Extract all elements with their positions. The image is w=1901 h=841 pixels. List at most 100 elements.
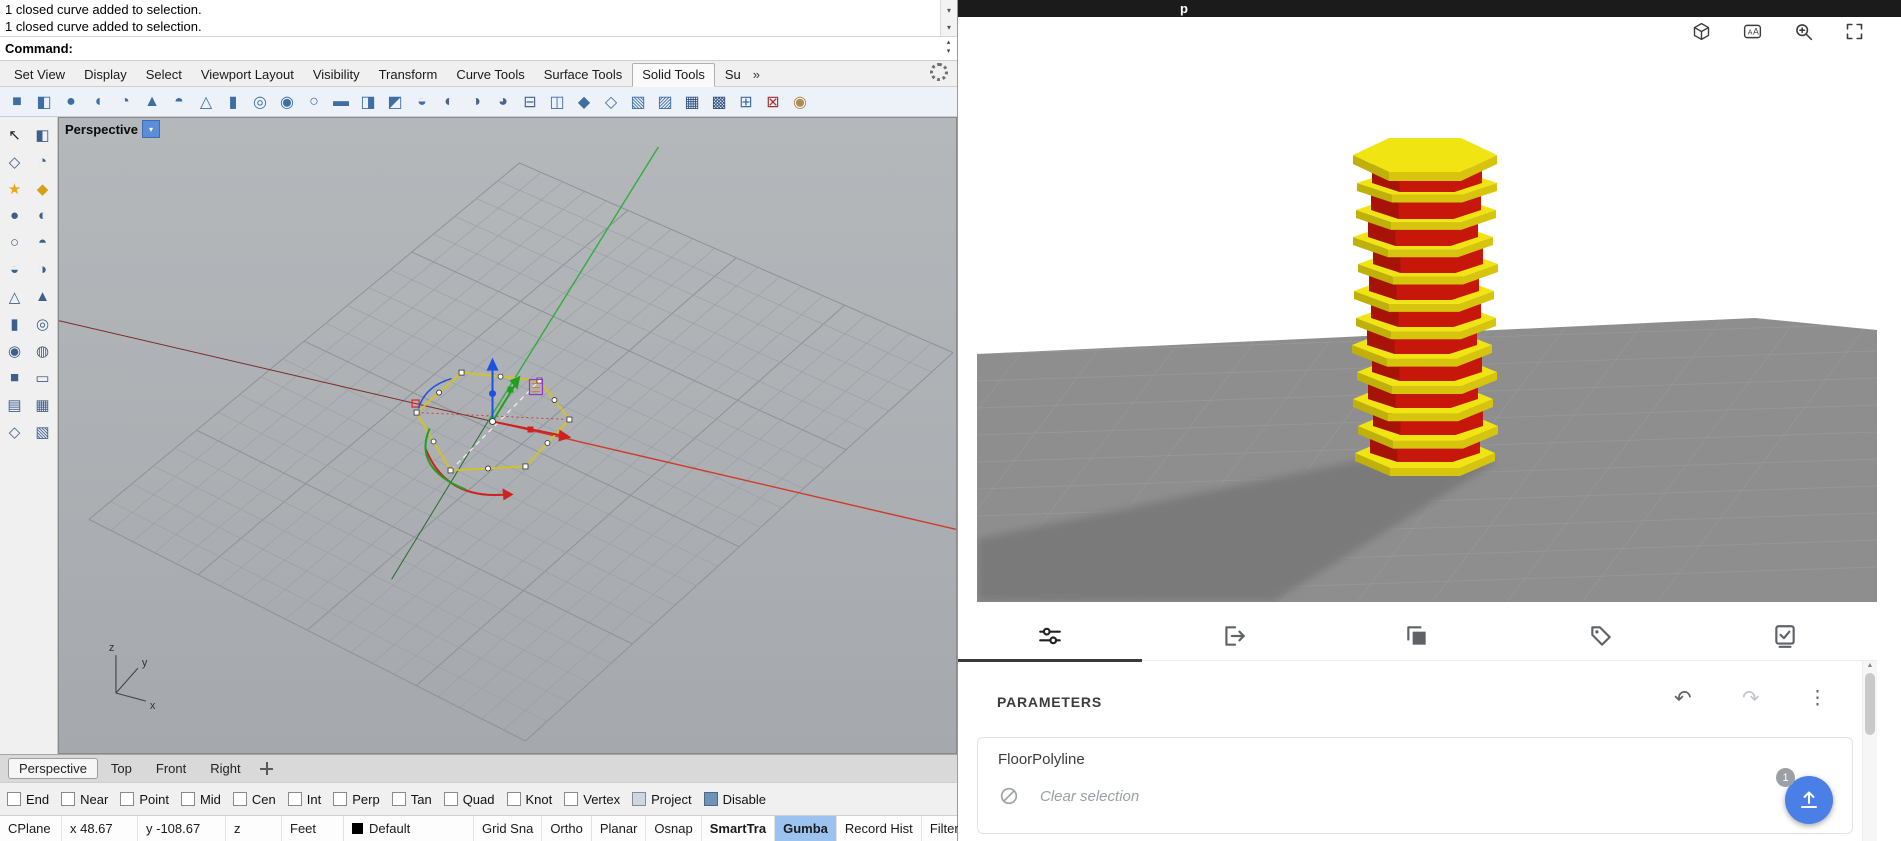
command-input[interactable]: Command: ▴ ▾ <box>0 37 957 61</box>
osnap-end[interactable]: End <box>7 792 49 807</box>
truncated-cone-icon[interactable]: ◓ <box>166 90 192 114</box>
menu-tab-curve-tools[interactable]: Curve Tools <box>447 64 533 86</box>
osnap-checkbox-knot[interactable] <box>507 792 521 806</box>
light-icon[interactable]: ◇ <box>2 420 28 443</box>
history-dropdown-icon[interactable]: ▾ <box>947 2 951 19</box>
boolean-difference-icon[interactable]: ◑ <box>463 90 489 114</box>
status-cplane[interactable]: CPlane <box>0 816 62 841</box>
menu-tab-surface-tools[interactable]: Surface Tools <box>535 64 632 86</box>
tab-tags[interactable] <box>1509 612 1693 660</box>
disc-icon[interactable]: ◍ <box>30 339 56 362</box>
status-y[interactable]: y -108.67 <box>138 816 226 841</box>
ellipse-icon[interactable]: ◒ <box>2 258 28 281</box>
tab-overflow-chevron[interactable]: » <box>751 64 762 86</box>
snap-star-icon[interactable]: ★ <box>2 177 28 200</box>
status-toggle-smarttra[interactable]: SmartTra <box>702 816 775 841</box>
status-x[interactable]: x 48.67 <box>62 816 138 841</box>
viewport-tab-front[interactable]: Front <box>145 757 197 780</box>
osnap-checkbox-cen[interactable] <box>233 792 247 806</box>
status-toggle-ortho[interactable]: Ortho <box>542 816 592 841</box>
wirecut-icon[interactable]: ▨ <box>652 90 678 114</box>
cone-icon[interactable]: ▲ <box>139 90 165 114</box>
more-options-button[interactable]: ⋮ <box>1808 687 1827 711</box>
menu-tab-transform[interactable]: Transform <box>370 64 447 86</box>
menu-tab-viewport-layout[interactable]: Viewport Layout <box>192 64 303 86</box>
toolbar-options-gear-icon[interactable] <box>930 63 948 81</box>
clipping-plane-icon[interactable]: ▧ <box>30 420 56 443</box>
perspective-viewport[interactable]: Perspective ▾ <box>58 117 957 754</box>
osnap-quad[interactable]: Quad <box>444 792 495 807</box>
status-units[interactable]: Feet <box>282 816 344 841</box>
plane-icon[interactable]: ▭ <box>30 366 56 389</box>
circle-icon[interactable]: ○ <box>2 231 28 254</box>
scrollbar-up-icon[interactable]: ▲ <box>1863 661 1877 671</box>
viewport-menu-button[interactable]: ▾ <box>142 120 160 138</box>
viewport-pan-cross-icon[interactable] <box>260 762 273 775</box>
edge-softening-icon[interactable]: ▧ <box>625 90 651 114</box>
osnap-tan[interactable]: Tan <box>392 792 432 807</box>
boolean-union-icon[interactable]: ◐ <box>436 90 462 114</box>
chamfer-edge-icon[interactable]: ◇ <box>598 90 624 114</box>
tab-checklist[interactable] <box>1693 612 1877 660</box>
viewport-tab-top[interactable]: Top <box>100 757 143 780</box>
holes-icon[interactable]: ⊞ <box>733 90 759 114</box>
osnap-checkbox-mid[interactable] <box>181 792 195 806</box>
menu-tab-su[interactable]: Su <box>716 64 750 86</box>
shell-icon[interactable]: ◫ <box>544 90 570 114</box>
mesh-icon[interactable]: ▦ <box>30 393 56 416</box>
slab-icon[interactable]: ▬ <box>328 90 354 114</box>
menu-tab-set-view[interactable]: Set View <box>5 64 74 86</box>
marquee-select-icon[interactable]: ◧ <box>30 123 56 146</box>
curve-icon[interactable]: ◑ <box>30 258 56 281</box>
tab-export[interactable] <box>1142 612 1326 660</box>
status-layer[interactable]: Default <box>344 816 474 841</box>
paraboloid-icon[interactable]: ◔ <box>112 90 138 114</box>
scrollbar-thumb[interactable] <box>1865 673 1875 735</box>
osnap-checkbox-point[interactable] <box>120 792 134 806</box>
redo-button[interactable]: ↷ <box>1742 687 1760 711</box>
osnap-checkbox-vertex[interactable] <box>564 792 578 806</box>
osnap-mid[interactable]: Mid <box>181 792 221 807</box>
menu-tab-visibility[interactable]: Visibility <box>304 64 369 86</box>
array-icon[interactable]: ▦ <box>679 90 705 114</box>
box-icon[interactable]: ■ <box>2 366 28 389</box>
menu-tab-solid-tools[interactable]: Solid Tools <box>632 63 715 87</box>
pipe-icon[interactable]: ◉ <box>274 90 300 114</box>
sphere-icon[interactable]: ● <box>58 90 84 114</box>
tower-model[interactable] <box>1352 138 1498 476</box>
osnap-checkbox-end[interactable] <box>7 792 21 806</box>
spinner-up-icon[interactable]: ▴ <box>947 38 951 47</box>
scrollbar[interactable]: ▲ <box>1862 661 1877 841</box>
osnap-checkbox-project[interactable] <box>632 792 646 806</box>
tube-icon[interactable]: ◎ <box>247 90 273 114</box>
undo-button[interactable]: ↶ <box>1674 687 1692 711</box>
array-polar-icon[interactable]: ▩ <box>706 90 732 114</box>
clear-selection-button[interactable]: Clear selection <box>998 785 1139 807</box>
osnap-cen[interactable]: Cen <box>233 792 276 807</box>
tab-parameters[interactable] <box>958 612 1142 660</box>
osnap-checkbox-quad[interactable] <box>444 792 458 806</box>
sphere-icon[interactable]: ● <box>2 204 28 227</box>
status-toggle-grid-sna[interactable]: Grid Sna <box>474 816 542 841</box>
osnap-checkbox-near[interactable] <box>61 792 75 806</box>
move-icon[interactable]: ◇ <box>2 150 28 173</box>
menu-tab-select[interactable]: Select <box>137 64 191 86</box>
ellipsoid-icon[interactable]: ◖ <box>85 90 111 114</box>
rotate-icon[interactable]: ◔ <box>30 150 56 173</box>
osnap-checkbox-disable[interactable] <box>704 792 718 806</box>
osnap-int[interactable]: Int <box>288 792 321 807</box>
round-hole-icon[interactable]: ⊠ <box>760 90 786 114</box>
pyramid-icon[interactable]: △ <box>193 90 219 114</box>
history-scrollbar[interactable]: ▾ ▾ <box>940 0 957 36</box>
viewport-tab-right[interactable]: Right <box>199 757 251 780</box>
box-icon[interactable]: ■ <box>4 90 30 114</box>
status-toggle-gumba[interactable]: Gumba <box>775 816 837 841</box>
cylinder-icon[interactable]: ▮ <box>2 312 28 335</box>
pointer-icon[interactable]: ↖ <box>2 123 28 146</box>
torus-icon[interactable]: ○ <box>301 90 327 114</box>
osnap-project[interactable]: Project <box>632 792 691 807</box>
viewport-tab-perspective[interactable]: Perspective <box>8 758 98 779</box>
boolean-intersection-icon[interactable]: ◕ <box>490 90 516 114</box>
tube-icon[interactable]: ◎ <box>30 312 56 335</box>
status-z[interactable]: z <box>226 816 282 841</box>
